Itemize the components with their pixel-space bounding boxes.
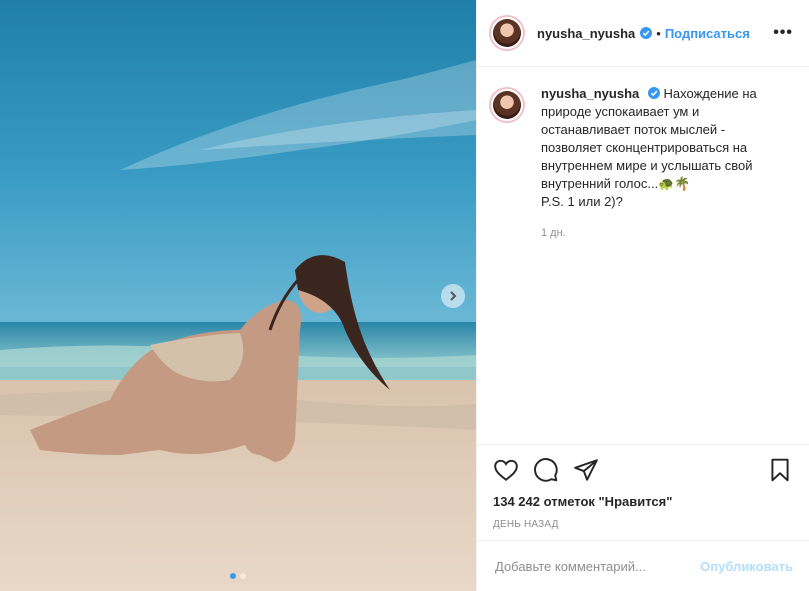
follow-button[interactable]: Подписаться	[665, 26, 750, 41]
post-sidebar: nyusha_nyusha • Подписаться ••• nyusha_n…	[476, 0, 809, 591]
caption-line: внутренний голос...🐢🌴	[541, 176, 691, 191]
publish-button[interactable]: Опубликовать	[700, 559, 793, 574]
heart-icon[interactable]	[493, 457, 519, 483]
action-icons	[493, 455, 793, 485]
caption-text: nyusha_nyusha Нахождение на природе успо…	[541, 85, 786, 242]
action-bar: 134 242 отметок "Нравится" ДЕНЬ НАЗАД	[477, 444, 809, 530]
dot-separator: •	[656, 25, 661, 41]
caption-line: останавливает поток мыслей -	[541, 122, 726, 137]
caption-line: внутреннем мире и услышать свой	[541, 158, 753, 173]
add-comment-bar: Опубликовать	[477, 540, 809, 591]
caption-avatar[interactable]	[489, 87, 525, 123]
comment-input[interactable]	[493, 557, 701, 575]
more-options-button[interactable]: •••	[773, 24, 793, 42]
bookmark-icon[interactable]	[767, 457, 793, 483]
post-photo[interactable]	[0, 0, 476, 591]
caption-line: Нахождение на	[663, 86, 757, 101]
comment-icon[interactable]	[533, 457, 559, 483]
comment-timestamp[interactable]: 1 дн.	[541, 224, 786, 242]
carousel-dot-2[interactable]	[240, 573, 246, 579]
caption-line: позволяет сконцентрироваться на	[541, 140, 748, 155]
carousel-dot-1[interactable]	[230, 573, 236, 579]
post-header: nyusha_nyusha • Подписаться •••	[477, 0, 809, 67]
verified-badge-icon	[647, 87, 660, 99]
username-link[interactable]: nyusha_nyusha	[537, 26, 635, 41]
chevron-right-icon	[450, 291, 457, 301]
instagram-post: nyusha_nyusha • Подписаться ••• nyusha_n…	[0, 0, 809, 591]
carousel-dots	[0, 573, 476, 579]
avatar[interactable]	[489, 15, 525, 51]
share-icon[interactable]	[573, 457, 599, 483]
caption-line: P.S. 1 или 2)?	[541, 194, 623, 209]
likes-count[interactable]: 134 242 отметок "Нравится"	[493, 494, 793, 509]
beach-photo	[0, 0, 476, 591]
caption-username[interactable]: nyusha_nyusha	[541, 86, 639, 101]
post-timestamp[interactable]: ДЕНЬ НАЗАД	[493, 519, 793, 530]
caption-comment: nyusha_nyusha Нахождение на природе успо…	[477, 67, 809, 242]
verified-badge-icon	[640, 27, 653, 39]
caption-line: природе успокаивает ум и	[541, 104, 700, 119]
carousel-next-button[interactable]	[441, 284, 465, 308]
